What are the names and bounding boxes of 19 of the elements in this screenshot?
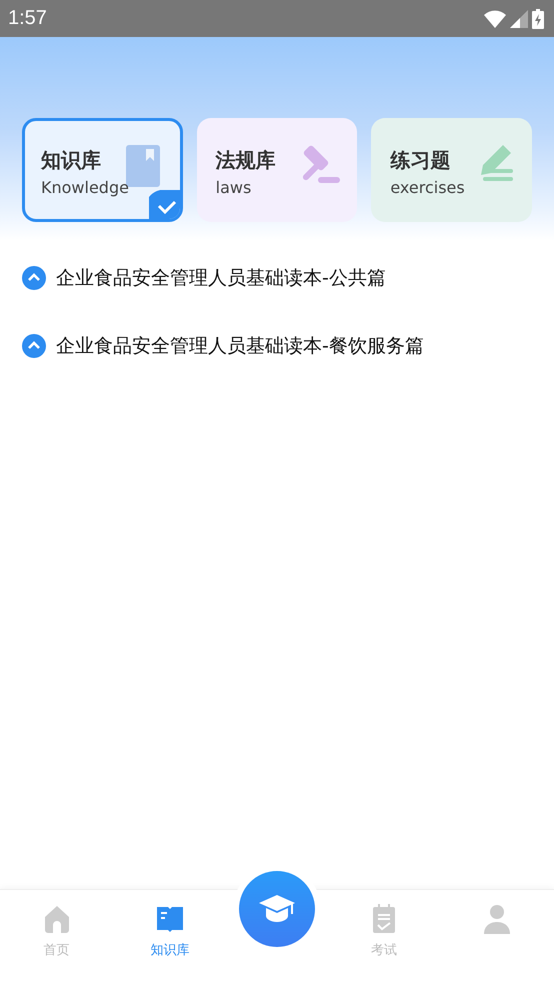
category-card[interactable]: 知识库 Knowledge [22,118,183,222]
card-subtitle: Knowledge [41,178,129,197]
category-card[interactable]: 练习题 exercises [371,118,532,222]
signal-icon [510,10,528,28]
clock: 1:57 [8,7,48,30]
card-title: 法规库 [216,147,276,174]
book-title[interactable]: 企业食品安全管理人员基础读本-公共篇 [56,265,386,291]
book-title[interactable]: 企业食品安全管理人员基础读本-餐饮服务篇 [56,333,424,359]
category-card[interactable]: 法规库 laws [196,118,358,222]
battery-icon [532,8,544,28]
wifi-icon [484,10,506,28]
card-subtitle: exercises [390,178,465,197]
card-subtitle: laws [216,178,252,197]
card-title: 练习题 [390,147,450,174]
check-icon [148,190,180,219]
graduation-cap-icon [258,894,296,924]
card-title: 知识库 [41,147,101,174]
chevron-up-icon[interactable] [22,266,46,290]
chevron-up-icon[interactable] [22,334,46,358]
